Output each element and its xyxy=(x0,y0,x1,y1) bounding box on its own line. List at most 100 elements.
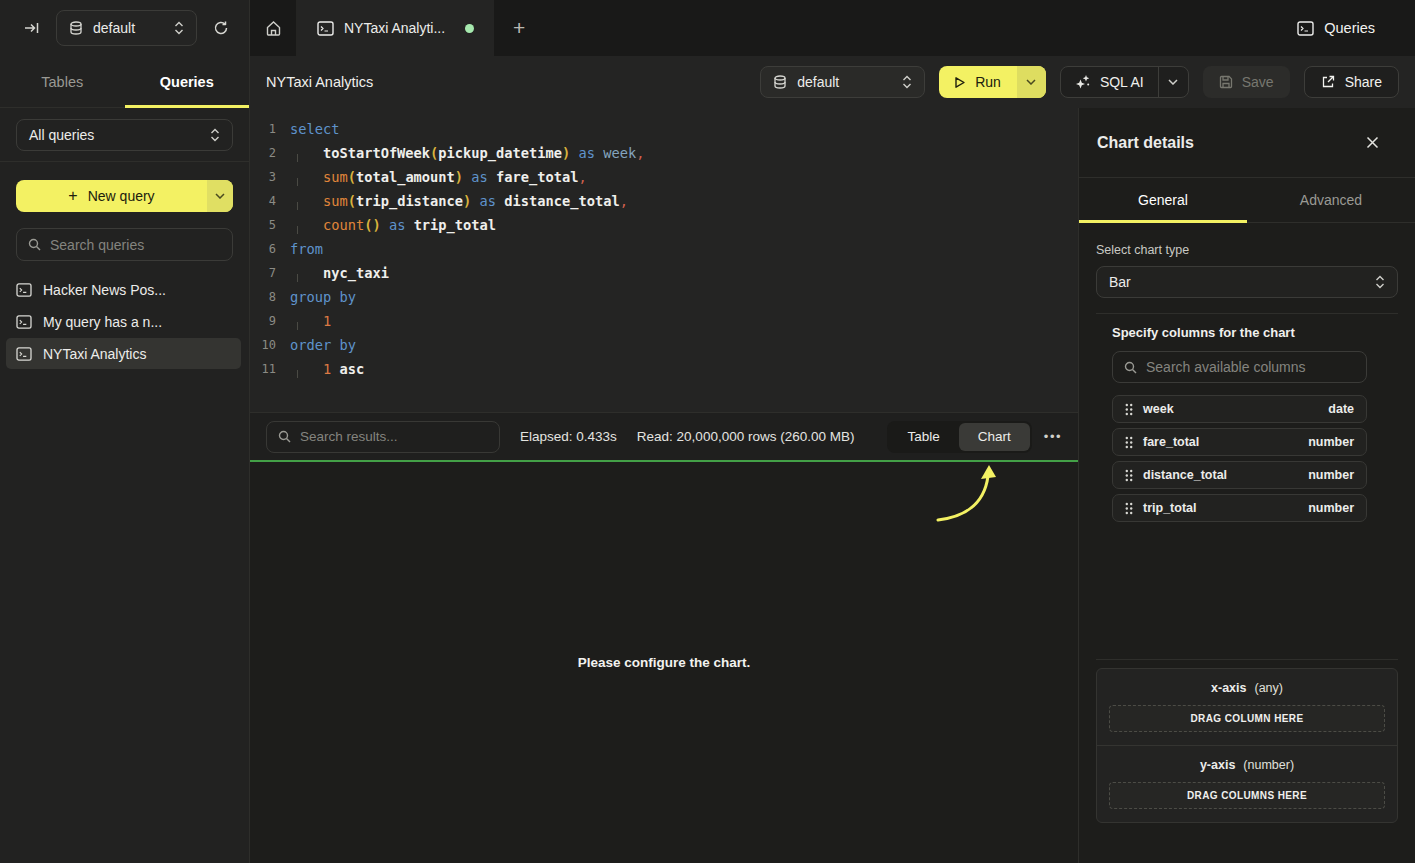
tab-nytaxi-analytics[interactable]: NYTaxi Analyti... xyxy=(297,0,494,56)
sidebar-tabs: Tables Queries xyxy=(0,56,249,108)
close-icon[interactable] xyxy=(1366,136,1379,149)
chevron-updown-icon xyxy=(902,75,912,89)
code-line: 91 xyxy=(250,309,1078,333)
share-button[interactable]: Share xyxy=(1304,66,1399,98)
more-options-icon[interactable]: ••• xyxy=(1044,429,1062,444)
chart-details-tabs: General Advanced xyxy=(1079,178,1415,223)
search-queries-input[interactable]: Search queries xyxy=(16,228,233,261)
x-axis-label: x-axis xyxy=(1211,681,1246,695)
refresh-icon[interactable] xyxy=(213,20,229,36)
line-number: 3 xyxy=(250,165,276,189)
query-list: Hacker News Pos... My query has a n... NYT… xyxy=(0,273,249,370)
run-dropdown[interactable] xyxy=(1017,66,1046,98)
y-axis-dropzone[interactable]: DRAG COLUMNS HERE xyxy=(1109,782,1385,809)
chart-details-panel: Chart details General Advanced Select ch… xyxy=(1078,108,1415,863)
column-type: number xyxy=(1308,468,1354,482)
topbar-right: Queries xyxy=(1273,0,1415,56)
search-queries-placeholder: Search queries xyxy=(50,237,144,253)
run-label: Run xyxy=(975,74,1001,90)
database-icon xyxy=(773,75,787,90)
tab-title: NYTaxi Analyti... xyxy=(344,20,445,36)
sql-ai-label: SQL AI xyxy=(1100,74,1144,90)
line-number: 6 xyxy=(250,237,276,261)
code-line: 8group by xyxy=(250,285,1078,309)
line-number: 4 xyxy=(250,189,276,213)
queries-button[interactable]: Queries xyxy=(1297,20,1375,36)
view-chart-button[interactable]: Chart xyxy=(959,423,1030,451)
columns-section-label: Specify columns for the chart xyxy=(1112,325,1367,340)
code-line: 5count() as trip_total xyxy=(250,213,1078,237)
sql-ai-dropdown[interactable] xyxy=(1158,67,1188,97)
column-name: trip_total xyxy=(1143,501,1196,515)
drag-handle-icon[interactable] xyxy=(1125,469,1133,482)
share-icon xyxy=(1321,75,1335,89)
toolbar-database-selector[interactable]: default xyxy=(760,66,925,98)
chart-type-select[interactable]: Bar xyxy=(1096,266,1398,298)
tab-advanced[interactable]: Advanced xyxy=(1247,178,1415,222)
code-line: 2toStartOfWeek(pickup_datetime) as week, xyxy=(250,141,1078,165)
tab-strip: NYTaxi Analyti... + xyxy=(250,0,1273,56)
x-axis-cell: x-axis (any) DRAG COLUMN HERE xyxy=(1097,669,1397,745)
column-row[interactable]: distance_total number xyxy=(1112,461,1367,489)
query-icon xyxy=(16,347,32,361)
toolbar-database-value: default xyxy=(797,74,892,90)
annotation-arrow xyxy=(910,462,1030,532)
drag-handle-icon[interactable] xyxy=(1125,436,1133,449)
query-list-item[interactable]: Hacker News Pos... xyxy=(6,274,241,305)
drag-handle-icon[interactable] xyxy=(1125,403,1133,416)
search-results-input[interactable]: Search results... xyxy=(266,421,500,453)
column-row[interactable]: fare_totalnumber xyxy=(1112,428,1367,456)
home-button[interactable] xyxy=(250,0,297,56)
column-name: distance_total xyxy=(1143,468,1227,482)
query-title: NYTaxi Analytics xyxy=(266,74,373,90)
chart-type-label: Select chart type xyxy=(1096,243,1398,257)
save-button[interactable]: Save xyxy=(1203,66,1290,98)
collapse-sidebar-icon[interactable] xyxy=(24,20,40,36)
code-line: 3sum(total_amount) as fare_total, xyxy=(250,165,1078,189)
sparkles-icon xyxy=(1075,74,1091,90)
unsaved-indicator-dot xyxy=(465,24,474,33)
database-icon xyxy=(69,21,83,36)
column-row[interactable]: trip_totalnumber xyxy=(1112,494,1367,522)
chart-empty-message: Please configure the chart. xyxy=(578,655,751,670)
elapsed-time: Elapsed: 0.433s xyxy=(520,429,617,444)
tab-queries[interactable]: Queries xyxy=(125,56,250,107)
sidebar: Tables Queries All queries + New query xyxy=(0,56,250,863)
chevron-updown-icon xyxy=(210,128,220,142)
axes-config: x-axis(any) DRAG COLUMN HERE y-axis(numb… xyxy=(1096,668,1398,823)
sql-ai-button[interactable]: SQL AI xyxy=(1060,66,1189,98)
x-axis-dropzone[interactable]: DRAG COLUMN HERE xyxy=(1109,705,1385,732)
queries-button-label: Queries xyxy=(1324,20,1375,36)
database-selector-value: default xyxy=(93,20,164,36)
query-icon xyxy=(317,21,334,36)
search-columns-input[interactable]: Search available columns xyxy=(1112,351,1367,383)
query-item-label: My query has a n... xyxy=(43,314,162,330)
line-number: 5 xyxy=(250,213,276,237)
view-toggle: Table Chart xyxy=(887,421,1032,453)
new-query-button[interactable]: + New query xyxy=(16,180,233,212)
line-number: 2 xyxy=(250,141,276,165)
query-list-item[interactable]: My query has a n... xyxy=(6,306,241,337)
drag-handle-icon[interactable] xyxy=(1125,502,1133,515)
view-table-button[interactable]: Table xyxy=(889,423,959,451)
tab-tables[interactable]: Tables xyxy=(0,56,125,107)
chart-type-value: Bar xyxy=(1109,274,1365,290)
query-item-label: NYTaxi Analytics xyxy=(43,346,146,362)
x-axis-hint: (any) xyxy=(1254,681,1282,695)
new-query-dropdown[interactable] xyxy=(207,180,233,212)
search-results-placeholder: Search results... xyxy=(300,429,398,444)
query-icon xyxy=(16,315,32,329)
new-tab-button[interactable]: + xyxy=(494,0,544,56)
column-row[interactable]: weekdate xyxy=(1112,395,1367,423)
code-line: 1select xyxy=(250,117,1078,141)
database-selector[interactable]: default xyxy=(56,10,197,46)
results-toolbar: Search results... Elapsed: 0.433s Read: … xyxy=(250,412,1078,460)
column-name: week xyxy=(1143,402,1174,416)
run-button[interactable]: Run xyxy=(939,66,1046,98)
column-type: number xyxy=(1308,435,1354,449)
query-list-item[interactable]: NYTaxi Analytics xyxy=(6,338,241,369)
sql-editor[interactable]: 1select2toStartOfWeek(pickup_datetime) a… xyxy=(250,108,1078,412)
query-filter-select[interactable]: All queries xyxy=(16,119,233,151)
read-stats: Read: 20,000,000 rows (260.00 MB) xyxy=(637,429,855,444)
tab-general[interactable]: General xyxy=(1079,178,1247,222)
